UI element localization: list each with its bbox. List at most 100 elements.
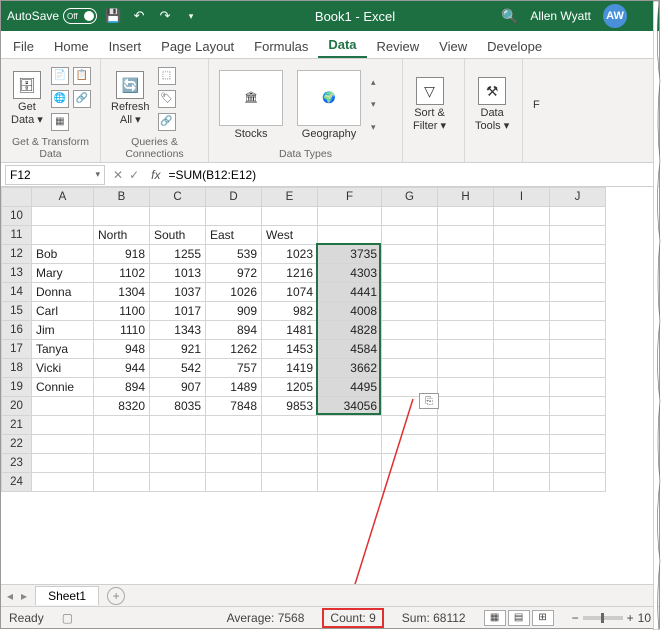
page-layout-view-icon[interactable]: ▤ — [508, 610, 530, 626]
cell-I10[interactable] — [494, 207, 550, 226]
cell-D24[interactable] — [206, 473, 262, 492]
stocks-button[interactable]: 🏛 Stocks — [215, 68, 287, 142]
cell-H10[interactable] — [438, 207, 494, 226]
row-header-16[interactable]: 16 — [2, 321, 32, 340]
cell-H22[interactable] — [438, 435, 494, 454]
zoom-level[interactable]: 10 — [638, 611, 651, 625]
cell-E15[interactable]: 982 — [262, 302, 318, 321]
cell-E13[interactable]: 1216 — [262, 264, 318, 283]
queries-icon[interactable]: ⬚ — [158, 67, 176, 85]
cell-A18[interactable]: Vicki — [32, 359, 94, 378]
cell-G21[interactable] — [382, 416, 438, 435]
row-header-17[interactable]: 17 — [2, 340, 32, 359]
cell-J13[interactable] — [550, 264, 606, 283]
cell-H23[interactable] — [438, 454, 494, 473]
undo-icon[interactable]: ↶ — [131, 8, 147, 24]
autofill-options-icon[interactable]: ⎘ — [419, 393, 439, 409]
cell-J21[interactable] — [550, 416, 606, 435]
cell-I20[interactable] — [494, 397, 550, 416]
cell-I22[interactable] — [494, 435, 550, 454]
formula-input[interactable]: =SUM(B12:E12) — [164, 166, 659, 184]
cell-A13[interactable]: Mary — [32, 264, 94, 283]
cell-C24[interactable] — [150, 473, 206, 492]
tab-review[interactable]: Review — [367, 35, 430, 58]
enter-icon[interactable]: ✓ — [129, 168, 139, 182]
tab-home[interactable]: Home — [44, 35, 99, 58]
refresh-all-button[interactable]: 🔄 Refresh All ▾ — [107, 69, 154, 128]
cell-I14[interactable] — [494, 283, 550, 302]
cell-F15[interactable]: 4008 — [318, 302, 382, 321]
name-box[interactable]: F12 ▾ — [5, 165, 105, 185]
cell-B13[interactable]: 1102 — [94, 264, 150, 283]
row-header-18[interactable]: 18 — [2, 359, 32, 378]
cell-G13[interactable] — [382, 264, 438, 283]
tab-file[interactable]: File — [3, 35, 44, 58]
cell-I15[interactable] — [494, 302, 550, 321]
cell-B17[interactable]: 948 — [94, 340, 150, 359]
rec-icon[interactable]: ▢ — [62, 611, 73, 625]
cell-G14[interactable] — [382, 283, 438, 302]
cell-F21[interactable] — [318, 416, 382, 435]
cell-C22[interactable] — [150, 435, 206, 454]
cell-D13[interactable]: 972 — [206, 264, 262, 283]
cell-B16[interactable]: 1110 — [94, 321, 150, 340]
cell-F11[interactable] — [318, 226, 382, 245]
cell-J16[interactable] — [550, 321, 606, 340]
cell-A14[interactable]: Donna — [32, 283, 94, 302]
cell-C17[interactable]: 921 — [150, 340, 206, 359]
cell-A10[interactable] — [32, 207, 94, 226]
properties-icon[interactable]: 🏷 — [158, 90, 176, 108]
cell-A23[interactable] — [32, 454, 94, 473]
cell-D12[interactable]: 539 — [206, 245, 262, 264]
cell-F23[interactable] — [318, 454, 382, 473]
cell-F17[interactable]: 4584 — [318, 340, 382, 359]
edit-links-icon[interactable]: 🔗 — [158, 113, 176, 131]
cell-G16[interactable] — [382, 321, 438, 340]
row-header-14[interactable]: 14 — [2, 283, 32, 302]
cell-A16[interactable]: Jim — [32, 321, 94, 340]
cell-E18[interactable]: 1419 — [262, 359, 318, 378]
scroll-up-icon[interactable]: ▴ — [371, 77, 376, 88]
row-header-24[interactable]: 24 — [2, 473, 32, 492]
cell-H13[interactable] — [438, 264, 494, 283]
cell-E22[interactable] — [262, 435, 318, 454]
from-table-icon[interactable]: ▦ — [51, 113, 69, 131]
cell-C14[interactable]: 1037 — [150, 283, 206, 302]
cell-I11[interactable] — [494, 226, 550, 245]
cell-B22[interactable] — [94, 435, 150, 454]
add-sheet-button[interactable]: + — [107, 587, 125, 605]
cell-G11[interactable] — [382, 226, 438, 245]
cell-B10[interactable] — [94, 207, 150, 226]
cell-I23[interactable] — [494, 454, 550, 473]
cell-D19[interactable]: 1489 — [206, 378, 262, 397]
cell-C12[interactable]: 1255 — [150, 245, 206, 264]
cell-C23[interactable] — [150, 454, 206, 473]
avatar[interactable]: AW — [603, 4, 627, 28]
cell-B21[interactable] — [94, 416, 150, 435]
cell-E12[interactable]: 1023 — [262, 245, 318, 264]
cell-D11[interactable]: East — [206, 226, 262, 245]
cell-C21[interactable] — [150, 416, 206, 435]
cell-G22[interactable] — [382, 435, 438, 454]
column-header-I[interactable]: I — [494, 188, 550, 207]
cell-A19[interactable]: Connie — [32, 378, 94, 397]
cell-C16[interactable]: 1343 — [150, 321, 206, 340]
cell-F14[interactable]: 4441 — [318, 283, 382, 302]
cell-G18[interactable] — [382, 359, 438, 378]
cell-I21[interactable] — [494, 416, 550, 435]
cell-A22[interactable] — [32, 435, 94, 454]
existing-conn-icon[interactable]: 🔗 — [73, 90, 91, 108]
cell-H12[interactable] — [438, 245, 494, 264]
cell-I18[interactable] — [494, 359, 550, 378]
cell-A17[interactable]: Tanya — [32, 340, 94, 359]
column-header-F[interactable]: F — [318, 188, 382, 207]
cell-J17[interactable] — [550, 340, 606, 359]
cell-A11[interactable] — [32, 226, 94, 245]
row-header-15[interactable]: 15 — [2, 302, 32, 321]
cell-E11[interactable]: West — [262, 226, 318, 245]
row-header-13[interactable]: 13 — [2, 264, 32, 283]
cell-H11[interactable] — [438, 226, 494, 245]
from-text-icon[interactable]: 📄 — [51, 67, 69, 85]
fx-icon[interactable]: fx — [147, 168, 164, 182]
cell-J19[interactable] — [550, 378, 606, 397]
